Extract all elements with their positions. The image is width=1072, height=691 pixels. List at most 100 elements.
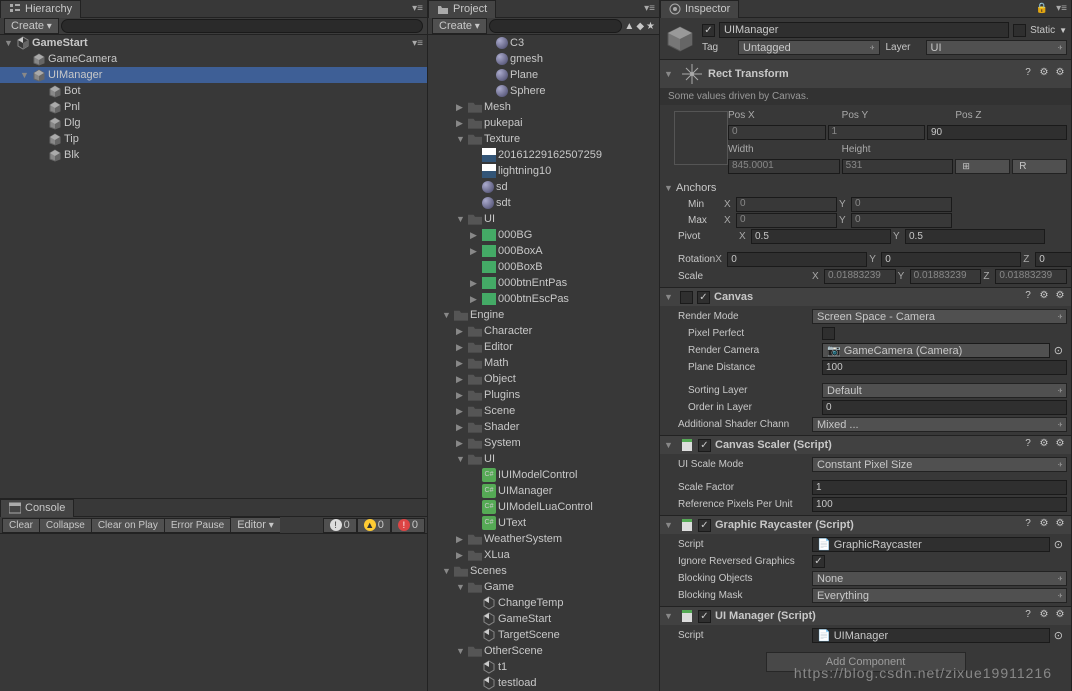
project-item[interactable]: gmesh xyxy=(428,51,659,67)
picker-icon[interactable]: ⊙ xyxy=(1050,629,1067,642)
project-item[interactable]: sd xyxy=(428,179,659,195)
scale-factor-input[interactable] xyxy=(812,480,1067,495)
scene-menu[interactable]: ▾≡ xyxy=(408,38,427,49)
static-checkbox[interactable] xyxy=(1013,24,1026,37)
inspector-tab[interactable]: Inspector xyxy=(660,0,739,18)
expand-icon[interactable]: ▼ xyxy=(664,611,676,621)
pixel-perfect-checkbox[interactable] xyxy=(822,327,835,340)
posz-input[interactable] xyxy=(927,125,1067,140)
type-filter-icon[interactable]: ◆ xyxy=(636,21,644,32)
hierarchy-item[interactable]: Dlg xyxy=(0,115,427,131)
hierarchy-item[interactable]: ▼UIManager xyxy=(0,67,427,83)
preset-icon[interactable]: ⚙ xyxy=(1037,609,1051,623)
project-item[interactable]: ▶Scene xyxy=(428,403,659,419)
preset-icon[interactable]: ⚙ xyxy=(1037,67,1051,81)
project-create-button[interactable]: Create ▾ xyxy=(432,18,487,34)
pivot-y[interactable] xyxy=(905,229,1045,244)
project-item[interactable]: 000BoxB xyxy=(428,259,659,275)
project-item[interactable]: C#IUIModelControl xyxy=(428,467,659,483)
add-component-button[interactable]: Add Component xyxy=(766,652,966,672)
project-item[interactable]: ▶Character xyxy=(428,323,659,339)
project-item[interactable]: ▶WeatherSystem xyxy=(428,531,659,547)
menu-icon[interactable]: ⚙ xyxy=(1053,438,1067,452)
menu-icon[interactable]: ⚙ xyxy=(1053,290,1067,304)
ignore-reversed-checkbox[interactable]: ✓ xyxy=(812,555,825,568)
menu-icon[interactable]: ⚙ xyxy=(1053,67,1067,81)
help-icon[interactable]: ? xyxy=(1021,518,1035,532)
lock-icon[interactable]: 🔒 xyxy=(1032,3,1052,14)
project-item[interactable]: ▶000BG xyxy=(428,227,659,243)
clear-button[interactable]: Clear xyxy=(2,518,39,533)
project-item[interactable]: ▶Math xyxy=(428,355,659,371)
preset-icon[interactable]: ⚙ xyxy=(1037,290,1051,304)
render-mode-dropdown[interactable]: Screen Space - Camera xyxy=(812,309,1067,324)
project-item[interactable]: ▶000btnEscPas xyxy=(428,291,659,307)
blocking-mask-dropdown[interactable]: Everything xyxy=(812,588,1067,603)
project-item[interactable]: GameStart xyxy=(428,611,659,627)
preset-icon[interactable]: ⚙ xyxy=(1037,438,1051,452)
hierarchy-item[interactable]: Blk xyxy=(0,147,427,163)
canvas-enabled2[interactable]: ✓ xyxy=(697,291,710,304)
filter-icon[interactable]: ▲ xyxy=(624,21,634,32)
tag-dropdown[interactable]: Untagged xyxy=(738,40,880,55)
expand-icon[interactable]: ▼ xyxy=(4,38,16,48)
expand-icon[interactable]: ▼ xyxy=(664,183,676,193)
uimanager-enabled[interactable]: ✓ xyxy=(698,610,711,623)
project-item[interactable]: ▼Engine xyxy=(428,307,659,323)
project-item[interactable]: ▶Object xyxy=(428,371,659,387)
hierarchy-tab[interactable]: Hierarchy xyxy=(0,0,81,18)
scaler-enabled[interactable]: ✓ xyxy=(698,439,711,452)
clear-on-play-button[interactable]: Clear on Play xyxy=(91,518,164,533)
expand-icon[interactable]: ▼ xyxy=(664,292,676,302)
project-item[interactable]: ▶000btnEntPas xyxy=(428,275,659,291)
create-button[interactable]: Create ▾ xyxy=(4,18,59,34)
hierarchy-search[interactable] xyxy=(61,19,423,33)
project-item[interactable]: ▼Game xyxy=(428,579,659,595)
layer-dropdown[interactable]: UI xyxy=(926,40,1068,55)
project-item[interactable]: ▼Texture xyxy=(428,131,659,147)
name-input[interactable] xyxy=(719,22,1009,38)
blueprint-button[interactable]: ⊞ xyxy=(955,159,1010,174)
project-item[interactable]: ▶Mesh xyxy=(428,99,659,115)
project-item[interactable]: Sphere xyxy=(428,83,659,99)
picker-icon[interactable]: ⊙ xyxy=(1050,344,1067,357)
project-item[interactable]: ▶pukepai xyxy=(428,115,659,131)
shader-channels-dropdown[interactable]: Mixed ... xyxy=(812,417,1067,432)
project-search[interactable] xyxy=(489,19,623,33)
plane-distance-input[interactable] xyxy=(822,360,1067,375)
error-pause-button[interactable]: Error Pause xyxy=(164,518,230,533)
ref-pixels-input[interactable] xyxy=(812,497,1067,512)
panel-menu-icon[interactable]: ▾≡ xyxy=(408,3,427,14)
canvas-enabled[interactable] xyxy=(680,291,693,304)
help-icon[interactable]: ? xyxy=(1021,609,1035,623)
save-filter-icon[interactable]: ★ xyxy=(646,21,655,32)
active-checkbox[interactable]: ✓ xyxy=(702,24,715,37)
expand-icon[interactable]: ▼ xyxy=(664,520,676,530)
project-item[interactable]: ▼UI xyxy=(428,451,659,467)
hierarchy-item[interactable]: Tip xyxy=(0,131,427,147)
project-item[interactable]: lightning10 xyxy=(428,163,659,179)
blocking-objects-dropdown[interactable]: None xyxy=(812,571,1067,586)
project-item[interactable]: ▶Editor xyxy=(428,339,659,355)
scale-mode-dropdown[interactable]: Constant Pixel Size xyxy=(812,457,1067,472)
editor-button[interactable]: Editor ▾ xyxy=(230,517,280,533)
project-item[interactable]: sdt xyxy=(428,195,659,211)
order-input[interactable] xyxy=(822,400,1067,415)
project-item[interactable]: TargetScene xyxy=(428,627,659,643)
project-item[interactable]: ▼Scenes xyxy=(428,563,659,579)
panel-menu-icon[interactable]: ▾≡ xyxy=(1052,3,1071,14)
project-item[interactable]: ▶Shader xyxy=(428,419,659,435)
project-item[interactable]: C#UIModelLuaControl xyxy=(428,499,659,515)
info-badge[interactable]: !0 xyxy=(323,518,357,533)
expand-icon[interactable]: ▼ xyxy=(664,440,676,450)
console-tab[interactable]: Console xyxy=(0,499,74,517)
project-item[interactable]: C#UText xyxy=(428,515,659,531)
project-item[interactable]: C#UIManager xyxy=(428,483,659,499)
help-icon[interactable]: ? xyxy=(1021,67,1035,81)
pivot-x[interactable] xyxy=(751,229,891,244)
raw-button[interactable]: R xyxy=(1012,159,1067,174)
hierarchy-item[interactable]: Bot xyxy=(0,83,427,99)
menu-icon[interactable]: ⚙ xyxy=(1053,518,1067,532)
picker-icon[interactable]: ⊙ xyxy=(1050,538,1067,551)
project-item[interactable]: C3 xyxy=(428,35,659,51)
